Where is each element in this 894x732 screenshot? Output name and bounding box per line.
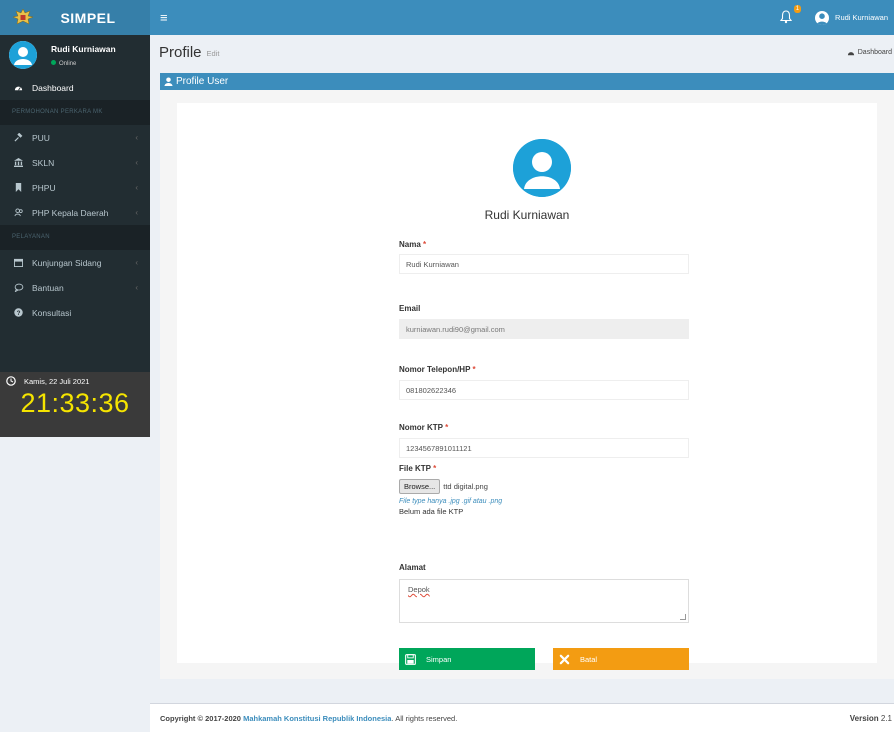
telepon-input[interactable]: 081802622346 [399,380,689,400]
top-navbar: ≡ 1 Rudi Kurniawan [150,0,894,35]
breadcrumb[interactable]: Dashboard [847,49,894,56]
question-icon: ? [14,308,28,317]
chevron-left-icon: ‹ [135,208,138,217]
save-button[interactable]: Simpan [399,648,535,670]
clock-date: Kamis, 22 Juli 2021 [6,376,144,386]
chevron-left-icon: ‹ [135,158,138,167]
notification-badge: 1 [793,4,802,13]
box-header: Profile User [160,73,894,90]
user-avatar-icon [815,10,830,25]
app-title: SIMPEL [60,9,116,26]
user-nav-name: Rudi Kurniawan [835,13,888,22]
floppy-disk-icon [405,653,416,665]
cancel-button[interactable]: Batal [553,648,689,670]
nama-label: Nama * [399,240,427,249]
close-icon [559,654,570,665]
breadcrumb-dashboard[interactable]: Dashboard [858,49,892,56]
sidebar-item-dashboard[interactable]: Dashboard [0,75,150,100]
file-ktp-input[interactable]: Browse... ttd digital.png [399,479,689,494]
calendar-icon [14,258,28,267]
svg-text:?: ? [17,310,21,317]
content-header: Profile Edit Dashboard [150,35,894,69]
footer-version: Version 2.1 [849,713,892,723]
sidebar-menu: Dashboard PERMOHONAN PERKARA MK PUU ‹ SKL… [0,75,150,325]
profile-panel: Rudi Kurniawan Nama * Rudi Kurniawan Ema… [177,103,877,670]
sidebar-toggle-icon[interactable]: ≡ [160,10,174,25]
page-subtitle: Edit [206,49,220,58]
page-title: Profile [159,43,202,61]
user-status: Online [51,59,116,67]
clock-widget: Kamis, 22 Juli 2021 21:33:36 [0,372,150,437]
file-name: ttd digital.png [443,482,488,491]
bell-icon [779,9,793,23]
chevron-left-icon: ‹ [135,133,138,142]
profile-name: Rudi Kurniawan [484,208,570,222]
footer-copyright: Copyright © 2017-2020 Mahkamah Konstitus… [160,713,458,723]
sidebar-item-kunjungan-sidang[interactable]: Kunjungan Sidang ‹ [0,250,150,275]
footer-org-link[interactable]: Mahkamah Konstitusi Republik Indonesia [243,714,391,723]
profile-avatar [513,139,571,197]
alamat-textarea[interactable]: Depok [399,579,689,623]
telepon-label: Nomor Telepon/HP * [399,365,476,374]
sidebar: Rudi Kurniawan Online Dashboard PERMOHON… [0,35,150,437]
email-label: Email [399,304,421,313]
comment-icon [14,283,28,292]
sidebar-item-puu[interactable]: PUU ‹ [0,125,150,150]
user-avatar-icon [513,139,571,197]
logo-bar[interactable]: SIMPEL [0,0,150,35]
email-input: kurniawan.rudi90@gmail.com [399,319,689,339]
ktp-input[interactable]: 1234567891011121 [399,438,689,458]
file-ktp-label: File KTP * [399,464,437,473]
chevron-left-icon: ‹ [135,283,138,292]
sidebar-item-bantuan[interactable]: Bantuan ‹ [0,275,150,300]
notification-button[interactable]: 1 [779,4,802,26]
online-dot-icon [51,59,56,65]
chevron-left-icon: ‹ [135,258,138,267]
users-icon [14,208,28,217]
sidebar-user-name: Rudi Kurniawan [51,43,116,54]
file-type-hint: File type hanya .jpg .gif atau .png [399,498,503,505]
ktp-label: Nomor KTP * [399,423,449,432]
sidebar-item-konsultasi[interactable]: ? Konsultasi [0,300,150,325]
sidebar-item-phpu[interactable]: PHPU ‹ [0,175,150,200]
menu-header-pelayanan: PELAYANAN [0,225,150,250]
user-panel: Rudi Kurniawan Online [0,35,150,75]
footer: Copyright © 2017-2020 Mahkamah Konstitus… [150,703,894,732]
user-menu-button[interactable]: Rudi Kurniawan [809,0,894,35]
institution-icon [14,158,28,167]
file-ktp-note: Belum ada file KTP [399,507,464,516]
nama-input[interactable]: Rudi Kurniawan [399,254,689,274]
resize-handle-icon[interactable] [680,614,686,620]
alamat-label: Alamat [399,563,426,572]
user-avatar [9,41,37,69]
dashboard-icon [847,51,854,55]
profile-box: Profile User Rudi Kurniawan Nama * Rudi … [160,73,894,679]
browse-button[interactable]: Browse... [399,479,441,494]
clock-time: 21:33:36 [20,388,130,418]
user-avatar-icon [9,41,37,69]
box-title: Profile User [176,76,229,87]
sidebar-item-php-kepala-daerah[interactable]: PHP Kepala Daerah ‹ [0,200,150,225]
clock-icon [6,376,16,386]
sidebar-item-skln[interactable]: SKLN ‹ [0,150,150,175]
bookmark-icon [14,183,28,192]
chevron-left-icon: ‹ [135,183,138,192]
garuda-emblem-icon [12,7,34,24]
menu-header-permohonan: PERMOHONAN PERKARA MK [0,100,150,125]
dashboard-icon [14,83,28,92]
gavel-icon [14,133,28,142]
user-icon [164,77,173,86]
